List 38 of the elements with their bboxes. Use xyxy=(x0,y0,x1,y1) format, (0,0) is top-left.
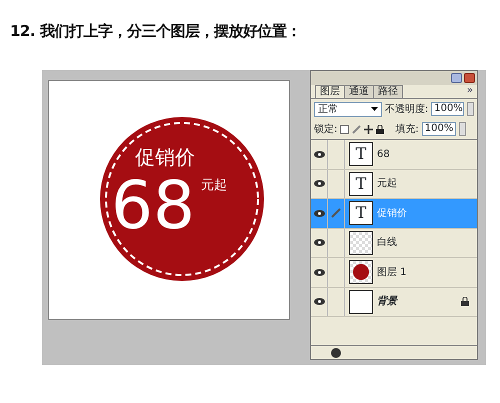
layer-row[interactable]: 图层 1 xyxy=(311,258,477,288)
price-suffix: 元起 xyxy=(201,179,227,192)
text-layer-thumbnail: T xyxy=(349,172,373,196)
eye-icon[interactable] xyxy=(314,180,324,188)
text-layer-thumbnail: T xyxy=(349,201,373,226)
opacity-field[interactable]: 100% xyxy=(431,102,464,116)
text-layer-thumbnail: T xyxy=(349,142,373,166)
badge-title: 促销价 xyxy=(135,147,195,167)
layer-row[interactable]: T 68 xyxy=(311,140,477,170)
eye-icon[interactable] xyxy=(314,150,324,158)
eye-icon[interactable] xyxy=(314,298,324,306)
fill-field[interactable]: 100% xyxy=(422,122,456,136)
eye-icon[interactable] xyxy=(314,239,324,246)
step-heading: 12. 我们打上字，分三个图层，摆放好位置： xyxy=(9,21,302,42)
layer-row[interactable]: 白线 xyxy=(311,228,477,258)
transparent-thumbnail xyxy=(349,230,373,255)
move-icon[interactable] xyxy=(364,124,374,134)
background-thumbnail xyxy=(349,290,373,314)
circle-thumbnail xyxy=(353,264,369,280)
lock-icon[interactable] xyxy=(376,124,384,134)
fill-label: 填充: xyxy=(395,122,419,136)
panel-tab[interactable]: 路径 xyxy=(373,85,403,98)
panel-tab[interactable]: 通道 xyxy=(344,85,374,98)
minimize-button[interactable] xyxy=(451,73,462,83)
brush-icon xyxy=(331,208,341,218)
lock-transparency-icon[interactable] xyxy=(340,124,350,134)
layer-row[interactable]: 背景 xyxy=(311,288,477,317)
blend-mode-select[interactable]: 正常 xyxy=(314,102,382,116)
caret-icon xyxy=(370,107,378,111)
eye-icon[interactable] xyxy=(314,268,324,276)
opacity-label: 不透明度: xyxy=(384,102,428,116)
close-button[interactable] xyxy=(464,73,475,83)
price-text: 68 xyxy=(111,173,195,239)
panel-tab[interactable]: 图层 xyxy=(315,85,345,98)
eye-icon[interactable] xyxy=(314,210,324,217)
panel-menu-button[interactable]: » xyxy=(466,83,477,98)
layer-row[interactable]: T 促销价 xyxy=(311,199,477,228)
lock-label: 锁定: xyxy=(314,122,338,136)
